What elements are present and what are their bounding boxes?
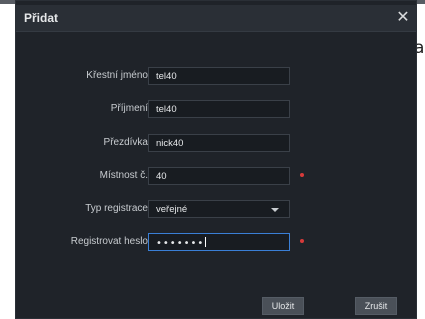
registration-type-value: veřejné [156, 204, 188, 215]
registration-type-select[interactable]: veřejné [148, 200, 290, 218]
last-name-label: Příjmení [110, 103, 148, 114]
password-masked-value: ••••••• [156, 238, 205, 249]
nickname-label: Přezdívka [103, 137, 148, 148]
add-dialog: Přidat ✕ Křestní jméno tel40 Příjmení te… [15, 0, 417, 319]
registration-password-field[interactable]: ••••••• [148, 233, 290, 251]
nickname-field[interactable]: nick40 [148, 134, 290, 152]
first-name-label: Křestní jméno [86, 70, 148, 81]
dialog-title: Přidat [24, 11, 59, 25]
last-name-field[interactable]: tel40 [148, 100, 290, 118]
room-number-field[interactable]: 40 [148, 167, 290, 185]
first-name-field[interactable]: tel40 [148, 67, 290, 85]
close-icon[interactable]: ✕ [393, 7, 413, 27]
save-button[interactable]: Uložit [262, 297, 304, 315]
dialog-titlebar: Přidat ✕ [16, 5, 416, 32]
registration-password-label: Registrovat heslo [70, 236, 148, 247]
room-number-label: Místnost č. [99, 170, 148, 181]
cancel-button[interactable]: Zrušit [355, 297, 397, 315]
text-caret [205, 237, 207, 247]
registration-type-label: Typ registrace [85, 203, 148, 214]
chevron-down-icon [271, 208, 279, 212]
registration-password-required-marker [300, 239, 304, 243]
room-number-required-marker [300, 173, 304, 177]
